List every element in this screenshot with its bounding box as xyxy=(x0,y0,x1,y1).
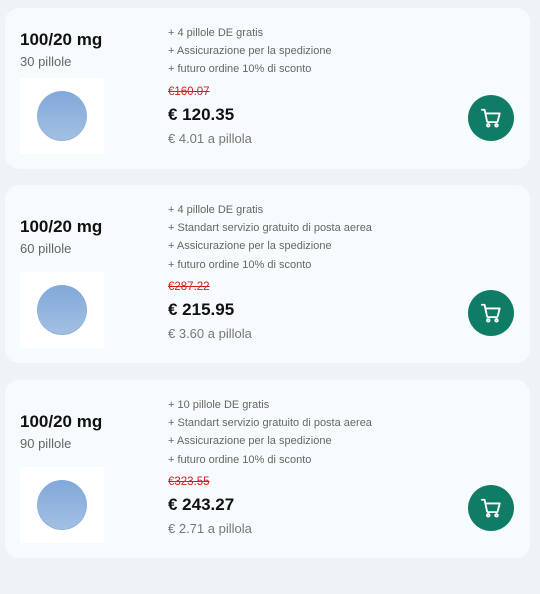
feature-list: + 4 pillole DE gratis + Standart servizi… xyxy=(168,201,372,274)
pill-image xyxy=(20,78,104,154)
pill-count: 30 pillole xyxy=(20,54,72,69)
price: € 243.27 xyxy=(168,495,235,514)
feature-list: + 4 pillole DE gratis + Assicurazione pe… xyxy=(168,24,332,79)
dose-title: 100/20 mg xyxy=(20,30,103,49)
shopping-cart-icon xyxy=(480,108,501,128)
feature-item: + futuro ordine 10% di sconto xyxy=(168,63,312,76)
dose-title: 100/20 mg xyxy=(20,412,103,431)
pill-count: 90 pillole xyxy=(20,436,72,451)
feature-item: + Standart servizio gratuito di posta ae… xyxy=(168,417,372,430)
price-per-pill: € 2.71 a pillola xyxy=(168,521,252,536)
price-per-pill: € 3.60 a pillola xyxy=(168,326,252,341)
shopping-cart-icon xyxy=(480,498,501,518)
shopping-cart-icon xyxy=(480,303,501,323)
pill-image xyxy=(20,467,104,543)
feature-item: + Assicurazione per la spedizione xyxy=(168,45,332,58)
old-price: €287.22 xyxy=(168,281,210,293)
pill-icon xyxy=(37,480,87,530)
pill-image xyxy=(20,272,104,348)
feature-item: + Standart servizio gratuito di posta ae… xyxy=(168,222,372,235)
feature-item: + Assicurazione per la spedizione xyxy=(168,240,332,253)
add-to-cart-button[interactable] xyxy=(468,290,514,336)
feature-item: + 4 pillole DE gratis xyxy=(168,27,264,39)
add-to-cart-button[interactable] xyxy=(468,95,514,141)
feature-item: + Assicurazione per la spedizione xyxy=(168,435,332,448)
feature-item: + futuro ordine 10% di sconto xyxy=(168,258,312,271)
offer-card: 100/20 mg 30 pillole + 4 pillole DE grat… xyxy=(5,8,530,169)
price: € 215.95 xyxy=(168,300,235,319)
pill-icon xyxy=(37,91,87,141)
price: € 120.35 xyxy=(168,105,235,124)
offer-card: 100/20 mg 60 pillole + 4 pillole DE grat… xyxy=(5,185,530,363)
feature-list: + 10 pillole DE gratis + Standart serviz… xyxy=(168,396,372,469)
old-price: €160.07 xyxy=(168,86,210,98)
price-per-pill: € 4.01 a pillola xyxy=(168,131,252,146)
pill-count: 60 pillole xyxy=(20,241,72,256)
offer-card: 100/20 mg 90 pillole + 10 pillole DE gra… xyxy=(5,380,530,558)
dose-title: 100/20 mg xyxy=(20,217,103,236)
add-to-cart-button[interactable] xyxy=(468,485,514,531)
feature-item: + futuro ordine 10% di sconto xyxy=(168,453,312,466)
old-price: €323.55 xyxy=(168,476,210,488)
pill-icon xyxy=(37,285,87,335)
feature-item: + 4 pillole DE gratis xyxy=(168,204,264,216)
feature-item: + 10 pillole DE gratis xyxy=(168,399,270,411)
